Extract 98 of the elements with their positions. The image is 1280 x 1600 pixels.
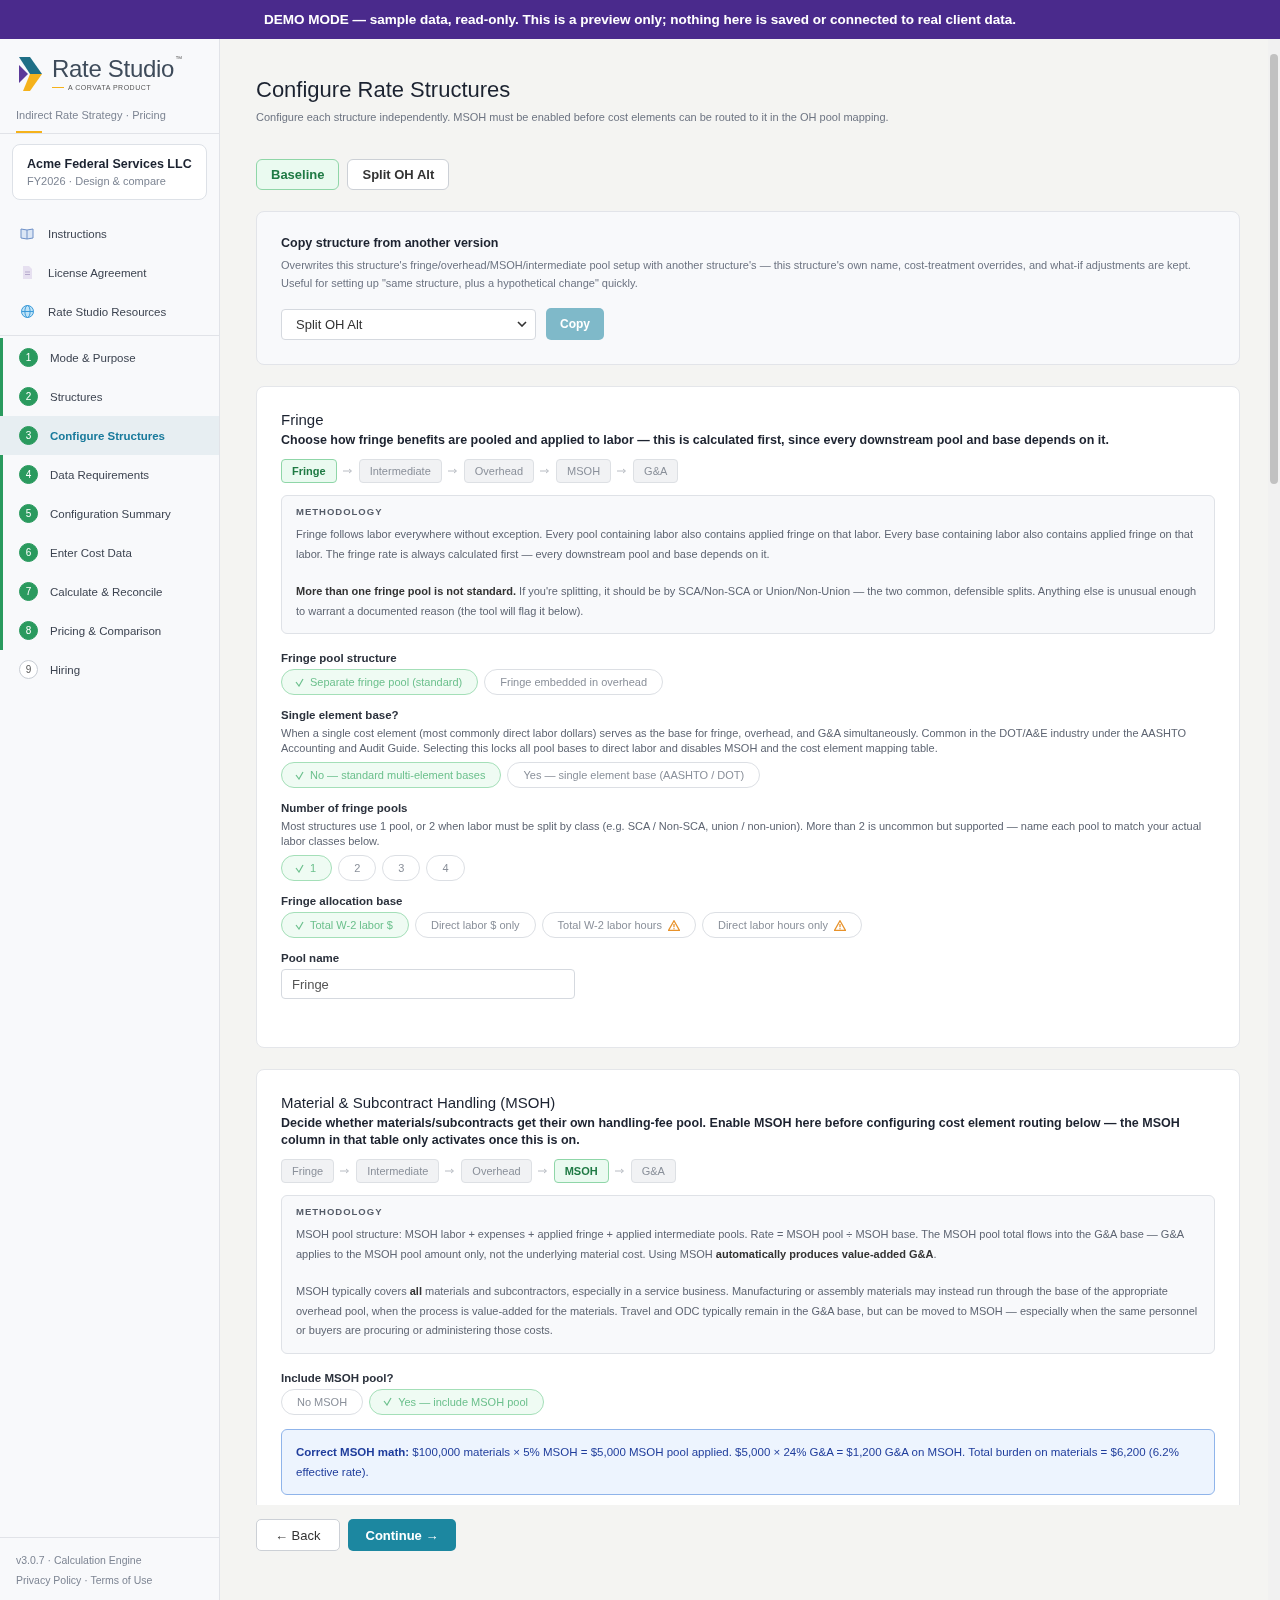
logo-wordmark: Rate Studio <box>52 55 175 83</box>
field-help: When a single cost element (most commonly direct labor dollars) serves as the base for fringe, overhead, and G&A simultaneously. Common in the DOT/A&E industry under the AASHTO Accounting and Audit Guide. Selecting this locks all pool bases to direct labor and disables MSOH and the cost element mapping table. <box>281 726 1188 756</box>
sidebar-link[interactable]: Rate Studio Resources <box>0 292 219 331</box>
arrow-icon <box>445 1168 456 1174</box>
field-label: Fringe allocation base <box>281 895 404 907</box>
step-item[interactable]: 2 Structures <box>0 377 219 416</box>
step-number: 7 <box>19 582 38 601</box>
pipeline-stage: G&A <box>633 459 679 483</box>
option-chip[interactable]: 2 <box>338 855 377 881</box>
structure-tab[interactable]: Baseline <box>256 159 340 190</box>
step-item[interactable]: 9 Hiring <box>0 650 219 689</box>
panel-description: Overwrites this structure's fringe/overhead/MSOH/intermediate pool setup with another structure's — this structure's own name, cost-treatment overrides, and what-if adjustments are kept. Useful for setting up "same structure, plus a hypothetical change" quickly. <box>281 258 1192 291</box>
arrow-icon <box>540 468 551 474</box>
pipeline-stage: Intermediate <box>358 459 442 483</box>
arrow-icon <box>342 468 353 474</box>
pipeline-stage: Overhead <box>463 459 535 483</box>
step-number: 1 <box>19 348 38 367</box>
step-number: 2 <box>19 387 38 406</box>
option-chip[interactable]: Direct labor hours only <box>701 912 863 938</box>
methodology-heading: METHODOLOGY <box>296 1206 384 1217</box>
arrow-icon <box>537 1168 548 1174</box>
field-help: Most structures use 1 pool, or 2 when labor must be split by class (e.g. SCA / Non-SCA, union / non-union). More than 2 is uncommon but supported — name each pool to match your actual labor classes below. <box>281 819 1203 849</box>
field-label: Fringe pool structure <box>281 652 398 664</box>
option-chip[interactable]: Fringe embedded in overhead <box>484 669 664 695</box>
step-number: 6 <box>19 543 38 562</box>
globe-icon <box>20 304 35 319</box>
option-chip[interactable]: Direct labor $ only <box>414 912 536 938</box>
field-label: Include MSOH pool? <box>281 1371 395 1384</box>
methodology-text: More than one fringe pool is not standard. If you're splitting, it should be by SCA/Non-SCA or Union/Non-Union — the two common, defensible splits. Anything else is unusual enough to warrant a documented reason (the tool will flag it below). <box>296 584 1198 619</box>
structure-tab[interactable]: Split OH Alt <box>347 159 450 190</box>
pipeline-stage: G&A <box>630 1159 676 1183</box>
check-icon <box>295 920 304 930</box>
arrow-icon <box>617 468 628 474</box>
client-name: Acme Federal Services LLC <box>27 157 192 171</box>
methodology-text: Fringe follows labor everywhere without exception. Every pool containing labor also contains applied fringe on that labor. Every base containing labor also contains applied fringe on that labor. The fringe rate is always calculated first — every downstream pool and base depends on it. <box>296 527 1195 562</box>
option-chip[interactable]: 1 <box>281 855 333 881</box>
check-icon <box>383 1397 393 1406</box>
copy-button[interactable]: Copy <box>546 308 604 340</box>
section-lead: Decide whether materials/subcontracts get their own handling-fee pool. Enable MSOH here before configuring cost element routing below — the MSOH column in that table only activates once this is on. <box>281 1115 1181 1149</box>
step-number: 4 <box>19 465 38 484</box>
section-title: Fringe <box>281 411 325 428</box>
page-subtitle: Configure each structure independently. MSOH must be enabled before cost elements can be routed to it in the OH pool mapping. <box>256 111 890 123</box>
arrow-icon <box>447 468 458 474</box>
step-number: 5 <box>19 504 38 523</box>
field-label: Number of fringe pools <box>281 802 409 814</box>
option-chip[interactable]: No MSOH <box>281 1388 364 1415</box>
back-button[interactable]: ← Back <box>256 1519 340 1551</box>
pipeline-stage: Overhead <box>461 1159 532 1183</box>
section-lead: Choose how fringe benefits are pooled and applied to labor — this is calculated first, since every downstream pool and base depends on it. <box>281 432 1110 449</box>
pool-name-field[interactable]: Fringe <box>281 969 575 999</box>
arrow-icon <box>340 1168 351 1174</box>
client-detail: FY2026 · Design & compare <box>27 175 167 187</box>
warning-icon <box>834 919 847 931</box>
version-text: v3.0.7 · Calculation Engine <box>16 1553 143 1568</box>
continue-button[interactable]: Continue → <box>347 1519 457 1551</box>
warning-icon <box>667 919 680 931</box>
step-number: 8 <box>19 621 38 640</box>
demo-banner: DEMO MODE — sample data, read-only. This is a preview only; nothing here is saved or connected to real client data. <box>0 0 1280 39</box>
page-title: Configure Rate Structures <box>256 77 512 103</box>
field-label: Single element base? <box>281 709 400 721</box>
methodology-text: MSOH typically covers all materials and subcontractors, especially in a service business. Manufacturing or assembly materials may instead run through the base of the appropriate overhead pool, when the process is value-added for the materials. Travel and ODC typically remain in the G&A base, but can be moved to MSOH — especially when the same personnel or buyers are procuring or administering those costs. <box>296 1284 1199 1338</box>
option-chip[interactable]: Total W-2 labor hours <box>541 912 696 938</box>
pipeline-stage: MSOH <box>556 459 612 483</box>
pipeline-stage: Intermediate <box>356 1159 440 1183</box>
check-icon <box>295 863 304 873</box>
step-number: 3 <box>19 426 38 445</box>
methodology-text: MSOH pool structure: MSOH labor + expenses + applied fringe + applied intermediate pools. Rate = MSOH pool ÷ MSOH base. The MSOH pool total flows into the G&A base — G&A applies to the MSOH pool amount only, not the underlying material cost. Using MSOH automatically produces value-added G&A. <box>296 1227 1185 1262</box>
app-subtitle: Indirect Rate Strategy · Pricing <box>16 109 167 123</box>
step-item[interactable]: 7 Calculate & Reconcile <box>0 572 219 611</box>
step-number: 9 <box>19 660 38 679</box>
panel-title: Copy structure from another version <box>281 236 500 250</box>
info-note: Correct MSOH math: $100,000 materials × 5% MSOH = $5,000 MSOH pool applied. $5,000 × 24% G&A = $1,200 G&A on MSOH. Total burden on materials = $6,200 (6.2% effective rate). <box>281 1428 1215 1495</box>
step-item[interactable]: 1 Mode & Purpose <box>0 338 219 377</box>
footer-links[interactable]: Privacy Policy · Terms of Use <box>16 1570 203 1590</box>
option-chip[interactable]: 4 <box>426 855 465 881</box>
pipeline-stage: Fringe <box>281 1159 335 1183</box>
pipeline-stage: MSOH <box>553 1159 609 1183</box>
step-item[interactable]: 8 Pricing & Comparison <box>0 611 219 650</box>
step-item[interactable]: 5 Configuration Summary <box>0 494 219 533</box>
option-chip[interactable]: 3 <box>382 855 421 881</box>
sidebar-link[interactable]: Instructions <box>0 214 219 253</box>
pipeline-stage: Fringe <box>281 459 337 483</box>
methodology-heading: METHODOLOGY <box>296 506 384 517</box>
arrow-icon <box>614 1168 625 1174</box>
sidebar-link[interactable]: License Agreement <box>0 253 219 292</box>
field-label: Pool name <box>281 952 341 964</box>
check-icon <box>295 677 304 687</box>
step-item[interactable]: 6 Enter Cost Data <box>0 533 219 572</box>
version-select[interactable]: Split OH Alt <box>281 308 536 340</box>
check-icon <box>295 770 304 780</box>
chevron-down-icon <box>517 321 527 327</box>
section-title: Material & Subcontract Handling (MSOH) <box>281 1094 557 1111</box>
document-icon <box>20 265 35 280</box>
step-item[interactable]: 4 Data Requirements <box>0 455 219 494</box>
book-icon <box>20 226 35 241</box>
option-chip[interactable]: Yes — single element base (AASHTO / DOT) <box>507 762 761 788</box>
logo-icon <box>16 55 44 93</box>
step-item[interactable]: 3 Configure Structures <box>0 416 219 455</box>
